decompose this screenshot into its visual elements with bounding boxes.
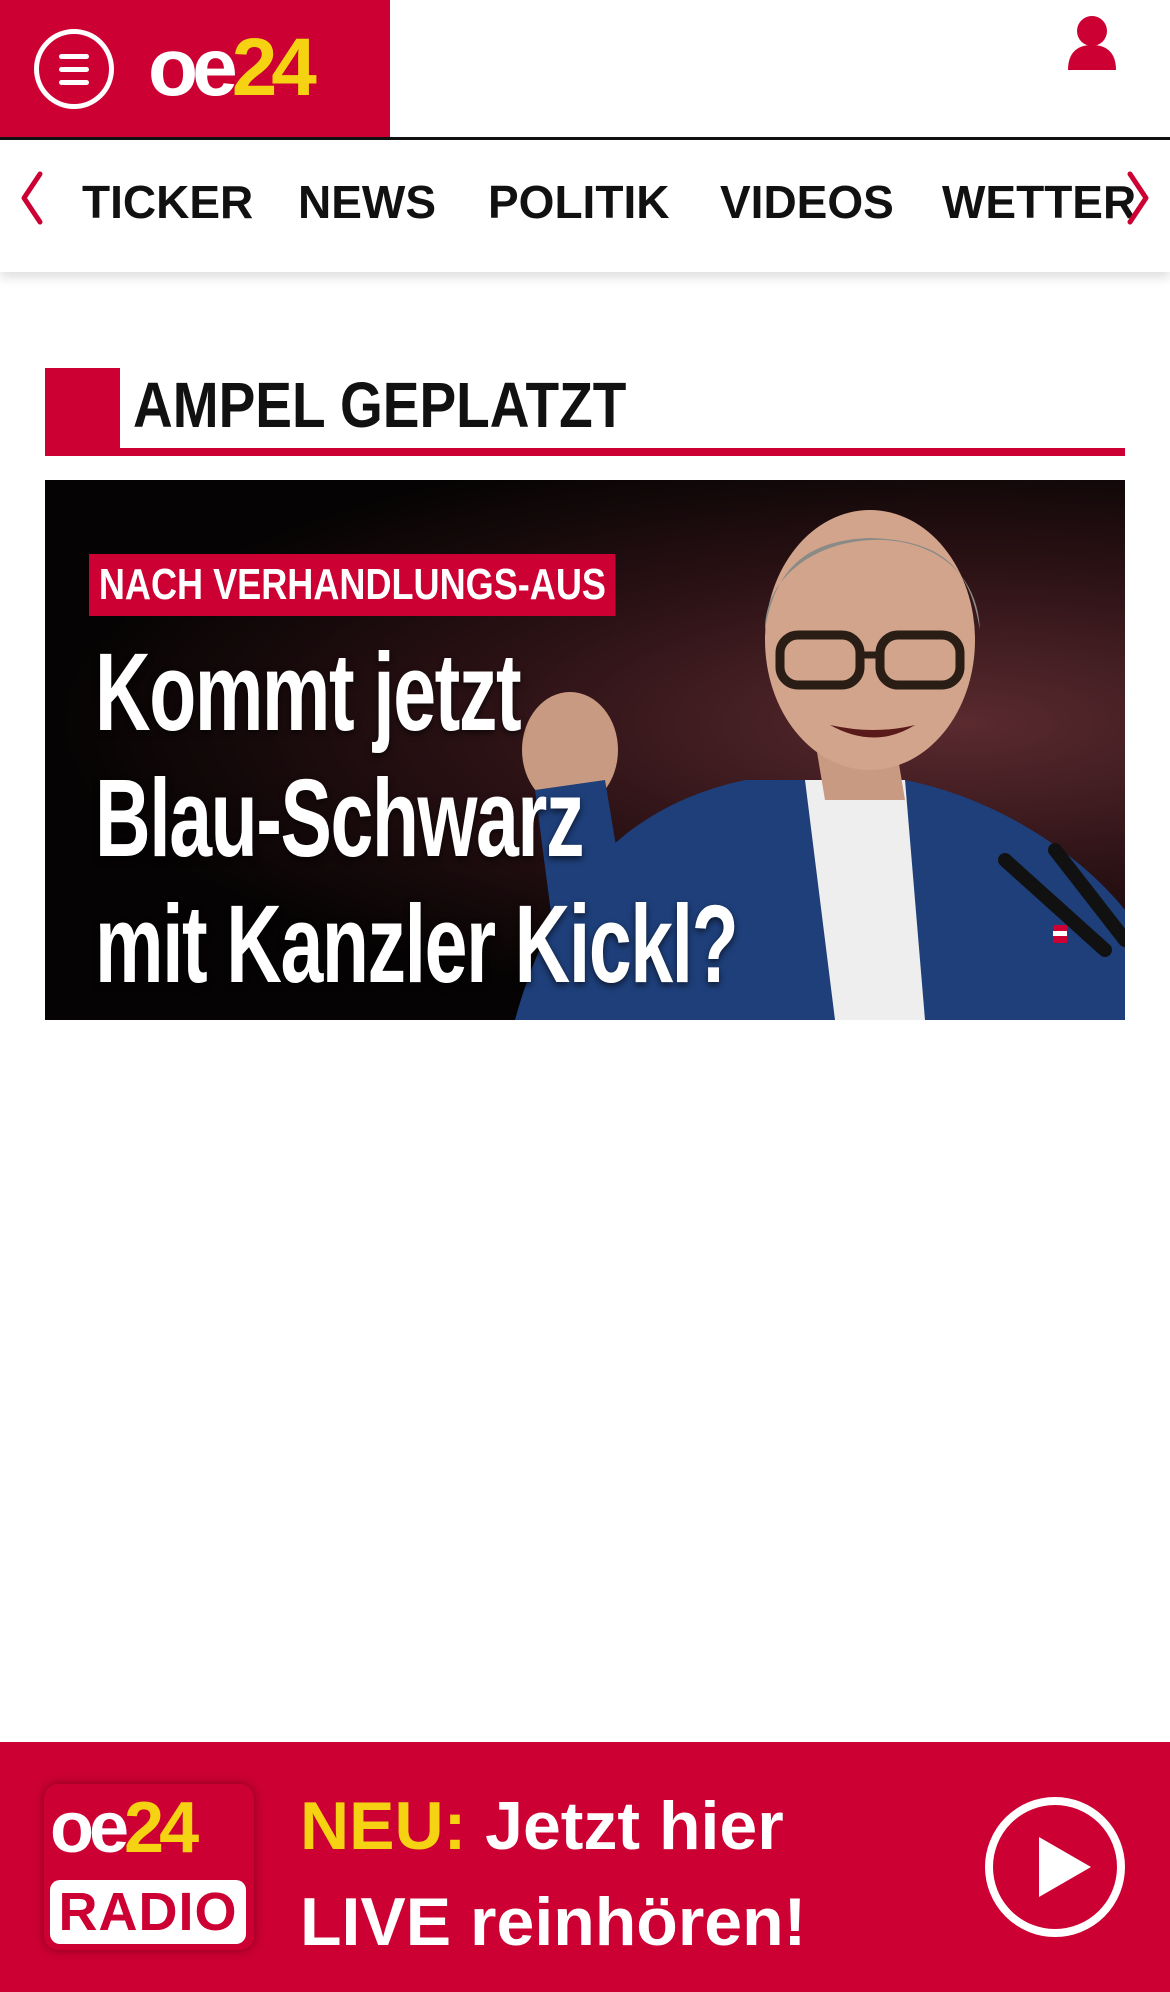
site-logo[interactable]: oe24 bbox=[148, 22, 317, 114]
nav-item-wetter[interactable]: WETTER bbox=[942, 176, 1136, 228]
user-icon[interactable] bbox=[1066, 14, 1118, 72]
menu-button[interactable] bbox=[34, 29, 114, 109]
hero-headline-line: Blau-Schwarz bbox=[95, 757, 585, 880]
radio-logo-oe: oe bbox=[50, 1788, 129, 1868]
chevron-left-icon[interactable] bbox=[12, 168, 52, 228]
hero-article[interactable]: NACH VERHANDLUNGS-AUS Kommt jetzt Blau-S… bbox=[45, 480, 1125, 1020]
play-button[interactable] bbox=[985, 1797, 1125, 1937]
hero-headline-line: Kommt jetzt bbox=[95, 631, 522, 754]
radio-promo-line-1: NEU: Jetzt hier bbox=[300, 1778, 806, 1874]
section-header: AMPEL GEPLATZT bbox=[45, 368, 1125, 456]
section-underline bbox=[45, 448, 1125, 456]
nav-item-videos[interactable]: VIDEOS bbox=[720, 176, 894, 228]
category-nav: TICKER NEWS POLITIK VIDEOS WETTER bbox=[0, 140, 1170, 272]
site-header: oe24 bbox=[0, 0, 1170, 137]
chevron-right-icon[interactable] bbox=[1118, 168, 1158, 228]
logo-24: 24 bbox=[231, 22, 317, 113]
nav-item-news[interactable]: NEWS bbox=[298, 176, 436, 228]
nav-item-politik[interactable]: POLITIK bbox=[488, 176, 669, 228]
hamburger-icon bbox=[59, 80, 89, 85]
radio-line-1: Jetzt hier bbox=[485, 1788, 784, 1864]
hero-headline: Kommt jetzt Blau-Schwarz mit Kanzler Kic… bbox=[95, 630, 739, 1008]
nav-item-ticker[interactable]: TICKER bbox=[82, 176, 253, 228]
radio-logo-brand: oe24 bbox=[50, 1786, 199, 1870]
radio-logo: oe24 RADIO bbox=[44, 1784, 254, 1950]
hero-kicker: NACH VERHANDLUNGS-AUS bbox=[89, 554, 616, 616]
play-icon bbox=[1039, 1837, 1091, 1897]
logo-oe: oe bbox=[148, 22, 238, 113]
radio-logo-24: 24 bbox=[124, 1788, 199, 1868]
hamburger-icon bbox=[59, 54, 89, 59]
brand-box: oe24 bbox=[0, 0, 390, 137]
radio-logo-label: RADIO bbox=[50, 1880, 246, 1944]
section-marker bbox=[45, 368, 120, 456]
radio-banner[interactable]: oe24 RADIO NEU: Jetzt hier LIVE reinhöre… bbox=[0, 1742, 1170, 1992]
radio-neu-label: NEU: bbox=[300, 1788, 467, 1864]
radio-promo-text: NEU: Jetzt hier LIVE reinhören! bbox=[300, 1778, 806, 1970]
hero-headline-line: mit Kanzler Kickl? bbox=[95, 883, 739, 1006]
radio-promo-line-2: LIVE reinhören! bbox=[300, 1884, 807, 1960]
hamburger-icon bbox=[59, 67, 89, 72]
section-title[interactable]: AMPEL GEPLATZT bbox=[133, 368, 626, 442]
